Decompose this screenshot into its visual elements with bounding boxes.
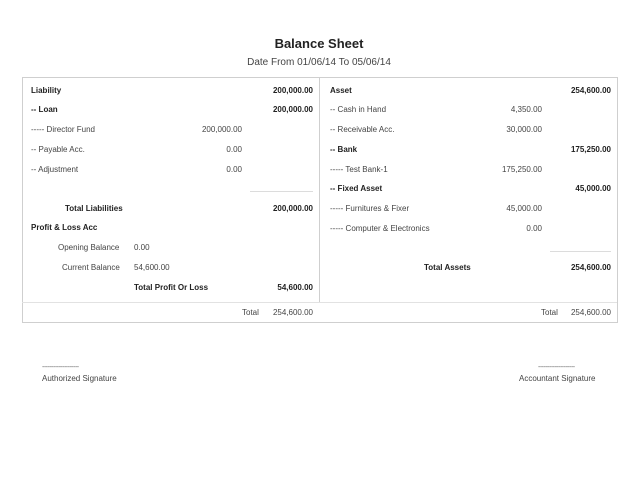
loan-total: 200,000.00	[272, 105, 313, 114]
total-profit-loss-label: Total Profit Or Loss	[134, 283, 209, 292]
test-bank-value: 175,250.00	[501, 165, 542, 174]
bank-total: 175,250.00	[570, 145, 611, 154]
totals-divider	[22, 302, 617, 303]
payable-value: 0.00	[226, 145, 242, 154]
director-fund-label: ----- Director Fund	[31, 125, 96, 134]
profit-loss-heading: Profit & Loss Acc	[31, 223, 98, 232]
asset-heading-total: 254,600.00	[570, 86, 611, 95]
adjustment-value: 0.00	[226, 165, 242, 174]
total-assets-label: Total Assets	[424, 263, 471, 272]
loan-label: -- Loan	[31, 105, 58, 114]
cash-label: -- Cash in Hand	[330, 105, 387, 114]
bank-label: -- Bank	[330, 145, 358, 154]
director-fund-value: 200,000.00	[201, 125, 242, 134]
left-total-value: 254,600.00	[272, 308, 313, 317]
accountant-signature-line: --------------------	[538, 364, 575, 371]
column-divider	[319, 77, 320, 303]
payable-label: -- Payable Acc.	[31, 145, 85, 154]
current-balance-value: 54,600.00	[134, 263, 170, 272]
total-liabilities-label: Total Liabilities	[65, 204, 123, 213]
accountant-signature-label: Accountant Signature	[519, 374, 596, 383]
authorized-signature-line: --------------------	[42, 364, 79, 371]
fixed-asset-total: 45,000.00	[575, 184, 611, 193]
opening-balance-label: Opening Balance	[58, 243, 120, 252]
cash-value: 4,350.00	[510, 105, 542, 114]
right-total-value: 254,600.00	[570, 308, 611, 317]
total-profit-loss-value: 54,600.00	[277, 283, 313, 292]
liability-sum-rule	[250, 191, 313, 192]
adjustment-label: -- Adjustment	[31, 165, 79, 174]
asset-heading: Asset	[330, 86, 352, 95]
test-bank-label: ----- Test Bank-1	[330, 165, 388, 174]
computer-label: ----- Computer & Electronics	[330, 224, 430, 233]
authorized-signature-label: Authorized Signature	[42, 374, 117, 383]
date-range: Date From 01/06/14 To 05/06/14	[247, 57, 391, 68]
page-title: Balance Sheet	[274, 36, 364, 51]
liability-heading: Liability	[31, 86, 62, 95]
total-liabilities-value: 200,000.00	[272, 204, 313, 213]
receivable-label: -- Receivable Acc.	[330, 125, 395, 134]
current-balance-label: Current Balance	[62, 263, 120, 272]
asset-sum-rule	[550, 251, 611, 252]
opening-balance-value: 0.00	[134, 243, 150, 252]
liability-heading-total: 200,000.00	[272, 86, 313, 95]
computer-value: 0.00	[526, 224, 542, 233]
furniture-label: ----- Furnitures & Fixer	[330, 204, 410, 213]
receivable-value: 30,000.00	[506, 125, 542, 134]
total-assets-value: 254,600.00	[570, 263, 611, 272]
furniture-value: 45,000.00	[506, 204, 542, 213]
fixed-asset-label: -- Fixed Asset	[330, 184, 383, 193]
